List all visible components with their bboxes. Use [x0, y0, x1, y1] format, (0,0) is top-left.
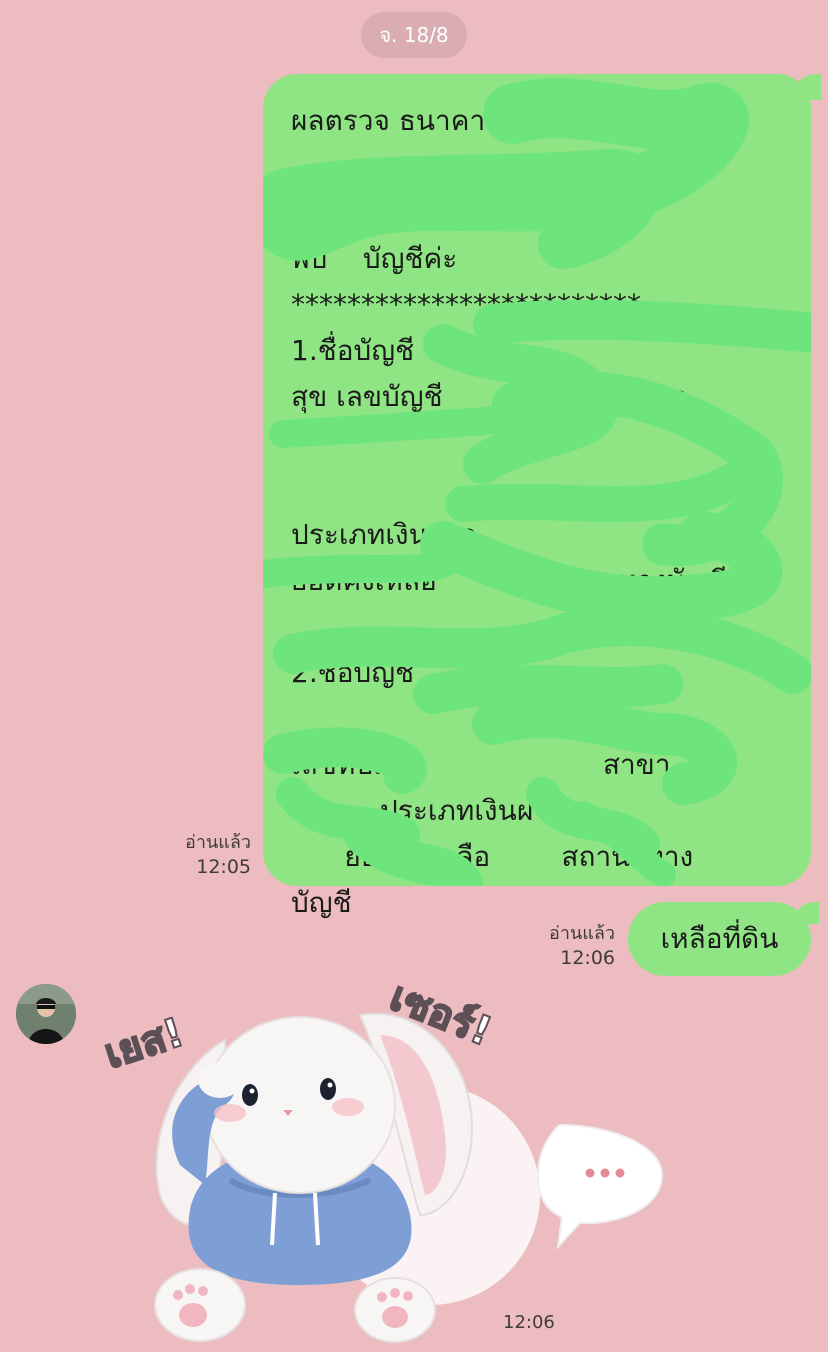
- message-line: [291, 466, 787, 512]
- avatar[interactable]: [16, 984, 76, 1044]
- message-line: [291, 144, 787, 190]
- rabbit-sticker[interactable]: เยส! เซอร์!: [90, 985, 690, 1352]
- message-line: [291, 604, 787, 650]
- read-label: อ่านแล้ว: [549, 923, 615, 944]
- message-time: 12:06: [560, 947, 615, 969]
- read-receipt-2: อ่านแล้ว 12:06: [534, 922, 615, 970]
- message-line: [291, 420, 787, 466]
- bubble-tail: [791, 74, 821, 100]
- message-text: ผลตรวจ ธนาคารพบ บัญชีค่ะ ****************…: [291, 98, 787, 926]
- message-line: ประเภทเงินฝาก: [291, 518, 477, 551]
- avatar-icon: [16, 984, 76, 1044]
- sticker-text-left: เยส!: [99, 1010, 189, 1078]
- message-line: ยอดคงเหลือ สถานะทางบัญชี: [291, 564, 728, 597]
- message-line: 1.ชื่อบัญชี: [291, 334, 415, 367]
- read-label: อ่านแล้ว: [185, 832, 251, 853]
- message-line: [291, 190, 787, 236]
- message-bubble-long[interactable]: ผลตรวจ ธนาคารพบ บัญชีค่ะ ****************…: [263, 74, 821, 919]
- date-separator: จ. 18/8: [361, 12, 467, 58]
- message-line: [291, 696, 787, 742]
- message-text: เหลือที่ดิน: [660, 922, 779, 955]
- message-bubble-short[interactable]: เหลือที่ดิน: [628, 902, 819, 976]
- message-line: พบ บัญชีค่ะ: [291, 242, 458, 275]
- speech-bubble-icon: [536, 1123, 664, 1251]
- message-time: 12:05: [196, 856, 251, 878]
- message-line: *************************: [291, 288, 641, 321]
- bubble-tail: [793, 902, 819, 924]
- message-line: ประเภทเงินฝาก: [291, 794, 566, 827]
- message-line: เลขที่บัญชี สาขา: [291, 748, 671, 781]
- message-line: 2.ชื่อบัญชี: [291, 656, 415, 689]
- message-line: ยอดคงเหลือ สถานะทาง: [291, 840, 694, 873]
- sticker-time: 12:06: [503, 1312, 555, 1333]
- message-line: สุข เลขบัญชี สาขา: [291, 380, 689, 413]
- message-line: ผลตรวจ ธนาคาร: [291, 104, 501, 137]
- read-receipt-1: อ่านแล้ว 12:05: [170, 831, 251, 879]
